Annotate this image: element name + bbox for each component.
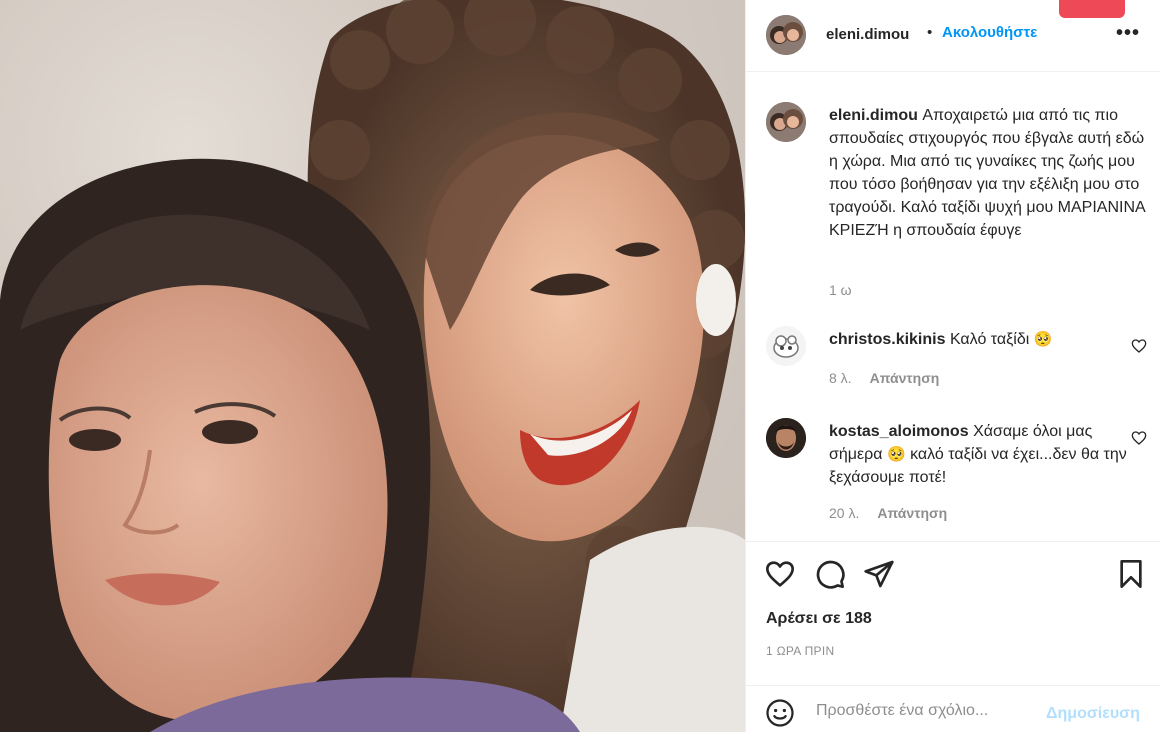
avatar-image [766, 15, 806, 55]
commenter-username[interactable]: kostas_aloimonos [829, 423, 969, 440]
comment-input[interactable] [816, 696, 1031, 726]
paper-plane-icon[interactable] [863, 558, 895, 590]
follow-button[interactable]: Ακολουθήστε [942, 24, 1037, 41]
bookmark-icon[interactable] [1115, 558, 1147, 590]
commenter-username[interactable]: christos.kikinis [829, 331, 946, 348]
comment-text: kostas_aloimonos Χάσαμε όλοι μας σήμερα … [829, 420, 1149, 489]
more-horizontal-icon[interactable]: ••• [1116, 22, 1140, 45]
comment-text: christos.kikinis Καλό ταξίδι 🥺 [829, 328, 1149, 351]
post-comment-button[interactable]: Δημοσίευση [1046, 705, 1140, 723]
photo-two-women [0, 0, 745, 732]
add-comment-bar: Δημοσίευση [746, 685, 1160, 732]
comment-like-heart-icon[interactable] [1131, 430, 1147, 446]
comments-list[interactable]: eleni.dimou Αποχαιρετώ μια από τις πιο σ… [746, 72, 1160, 542]
post-photo[interactable] [0, 0, 745, 732]
pleading-face-emoji: 🥺 [1033, 331, 1053, 348]
pleading-face-emoji: 🥺 [886, 446, 906, 463]
separator-dot: • [927, 24, 933, 41]
caption-text: eleni.dimou Αποχαιρετώ μια από τις πιο σ… [829, 104, 1149, 242]
author-username[interactable]: eleni.dimou [826, 26, 909, 43]
comment-meta: 8 λ. Απάντηση [829, 370, 939, 386]
reply-button[interactable]: Απάντηση [877, 505, 947, 521]
comment-bubble-icon[interactable] [814, 558, 846, 590]
post-header: eleni.dimou • Ακολουθήστε ••• [746, 0, 1160, 72]
smiley-icon[interactable] [765, 698, 795, 728]
caption-username[interactable]: eleni.dimou [829, 107, 918, 124]
caption-avatar[interactable] [766, 102, 806, 142]
commenter-avatar[interactable] [766, 418, 806, 458]
comment-meta: 20 λ. Απάντηση [829, 505, 947, 521]
caption-time[interactable]: 1 ω [829, 282, 852, 298]
post-side-panel: eleni.dimou • Ακολουθήστε ••• eleni.dimo… [745, 0, 1160, 732]
comment-body: Καλό ταξίδι [949, 331, 1030, 348]
avatar-image [766, 418, 806, 458]
comment-time[interactable]: 20 λ. [829, 505, 859, 521]
heart-icon[interactable] [764, 558, 796, 590]
likes-count[interactable]: Αρέσει σε 188 [766, 610, 872, 628]
post-timestamp[interactable]: 1 ΩΡΑ ΠΡΙΝ [766, 644, 834, 658]
avatar-image [766, 102, 806, 142]
commenter-avatar[interactable] [766, 326, 806, 366]
reply-button[interactable]: Απάντηση [870, 370, 940, 386]
comment-like-heart-icon[interactable] [1131, 338, 1147, 354]
avatar-image [766, 326, 806, 366]
comment-time[interactable]: 8 λ. [829, 370, 852, 386]
author-avatar[interactable] [766, 15, 806, 55]
post-actions [746, 542, 1160, 612]
caption-body: Αποχαιρετώ μια από τις πιο σπουδαίες στι… [829, 107, 1145, 239]
